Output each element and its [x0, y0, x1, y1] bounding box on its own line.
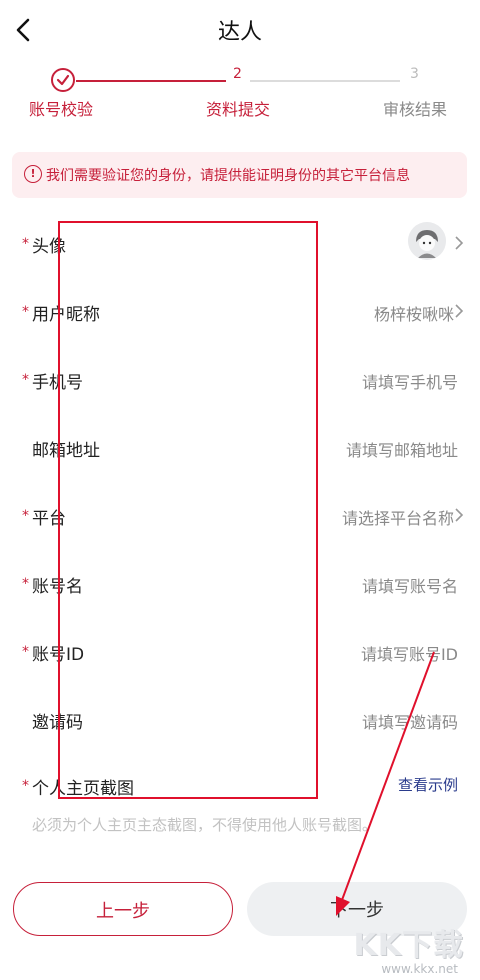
step-pending-line	[250, 80, 400, 82]
page-title: 达人	[217, 20, 262, 45]
chevron-right-icon	[455, 508, 464, 522]
platform-select[interactable]: 请选择平台名称	[342, 505, 454, 529]
screenshot-hint: 必须为个人主页主态截图，不得使用他人账号截图。	[32, 816, 378, 834]
required-star: *	[22, 644, 29, 660]
email-row[interactable]: 邮箱地址 请填写邮箱地址	[0, 428, 480, 468]
account-name-input[interactable]: 请填写账号名	[362, 573, 458, 597]
next-step-label: 下一步	[330, 900, 384, 921]
required-star: *	[22, 576, 29, 592]
account-id-input[interactable]: 请填写账号ID	[361, 641, 458, 665]
email-input[interactable]: 请填写邮箱地址	[346, 437, 458, 461]
required-star: *	[22, 778, 29, 794]
required-star: *	[22, 236, 29, 252]
invite-code-label: 邀请码	[32, 713, 83, 733]
prev-step-button[interactable]: 上一步	[13, 882, 233, 936]
verification-notice: ! 我们需要验证您的身份，请提供能证明身份的其它平台信息	[12, 152, 467, 198]
watermark: KK下载 www.kkx.net	[334, 920, 464, 978]
phone-label: 手机号	[32, 373, 83, 393]
account-id-row[interactable]: * 账号ID 请填写账号ID	[0, 632, 480, 672]
platform-label: 平台	[32, 509, 66, 529]
notice-text: 我们需要验证您的身份，请提供能证明身份的其它平台信息	[46, 168, 410, 184]
account-id-label: 账号ID	[32, 645, 85, 665]
nickname-value: 杨梓桉啾咪	[373, 305, 454, 324]
invite-code-row[interactable]: 邀请码 请填写邀请码	[0, 700, 480, 740]
chevron-right-icon	[455, 236, 464, 250]
view-example-link[interactable]: 查看示例	[398, 774, 458, 795]
nickname-row[interactable]: * 用户昵称 杨梓桉啾咪	[0, 292, 480, 332]
required-star: *	[22, 508, 29, 524]
invite-code-input[interactable]: 请填写邀请码	[362, 709, 458, 733]
step-indicator: 2 3 账号校验 资料提交 审核结果	[0, 62, 480, 122]
step-progress-line	[76, 80, 226, 82]
required-star: *	[22, 372, 29, 388]
step-2-number: 2	[233, 66, 242, 82]
phone-row[interactable]: * 手机号 请填写手机号	[0, 360, 480, 400]
required-star: *	[22, 304, 29, 320]
account-name-label: 账号名	[32, 577, 83, 597]
step-3-label: 审核结果	[383, 100, 448, 119]
chevron-right-icon	[455, 304, 464, 318]
avatar-row[interactable]: * 头像	[0, 222, 480, 264]
step-2-label: 资料提交	[206, 100, 271, 119]
nickname-label: 用户昵称	[32, 305, 100, 325]
watermark-logo: KK下载	[353, 928, 464, 963]
platform-row[interactable]: * 平台 请选择平台名称	[0, 496, 480, 536]
homepage-screenshot-label: 个人主页截图	[32, 779, 134, 799]
avatar[interactable]	[408, 222, 446, 260]
phone-input[interactable]: 请填写手机号	[362, 369, 458, 393]
homepage-screenshot-row: * 个人主页截图 查看示例	[0, 766, 480, 806]
avatar-label: 头像	[32, 237, 66, 257]
step-1-label: 账号校验	[29, 100, 94, 119]
watermark-url: www.kkx.net	[381, 962, 458, 976]
email-label: 邮箱地址	[32, 441, 100, 461]
alert-icon: !	[24, 165, 42, 183]
step-3-number: 3	[410, 66, 419, 82]
step-1-check-icon	[51, 68, 75, 92]
prev-step-label: 上一步	[96, 901, 150, 922]
header-bar: 达人	[0, 0, 480, 60]
account-name-row[interactable]: * 账号名 请填写账号名	[0, 564, 480, 604]
